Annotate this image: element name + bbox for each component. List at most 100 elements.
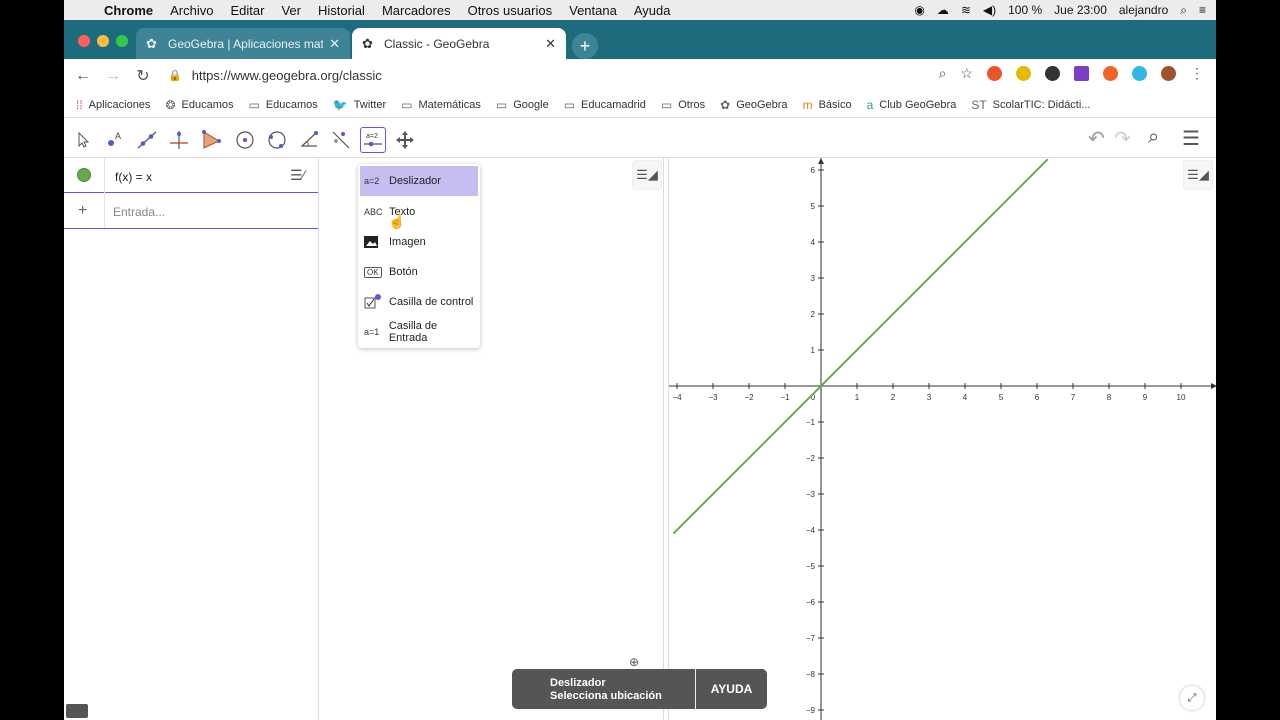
angle-tool-icon[interactable] — [296, 127, 322, 153]
menu-ver[interactable]: Ver — [281, 3, 301, 18]
visibility-toggle[interactable] — [77, 168, 91, 182]
battery-percent[interactable]: 100 % — [1008, 3, 1042, 17]
close-window-button[interactable] — [78, 35, 90, 47]
educamos-icon: ❂ — [165, 97, 176, 112]
extension-icon[interactable] — [987, 66, 1002, 81]
graph-plot[interactable]: −4 −3 −2 −1 0 1 2 3 4 5 6 7 8 9 10654321−1−2−3−4−5−6−7… — [669, 158, 1216, 720]
undo-icon[interactable]: ↶ — [1088, 126, 1105, 151]
y-tick-label: −9 — [806, 706, 816, 715]
menu-item-checkbox[interactable]: Casilla de control — [360, 287, 478, 317]
svg-text:a=2: a=2 — [366, 133, 378, 140]
extension-icon[interactable] — [1132, 66, 1147, 81]
reflect-tool-icon[interactable] — [328, 127, 354, 153]
graphics-view-2[interactable]: −4 −3 −2 −1 0 1 2 3 4 5 6 7 8 9 10 6 5 4 3 2 1 −1 −2 −3 −4 −5 −6 −7… — [668, 158, 1216, 720]
toast-subtitle: Selecciona ubicación — [550, 690, 662, 702]
bookmark-item[interactable]: ST ScolarTIC: Didácti... — [971, 98, 1090, 112]
slider-tool-icon[interactable]: a=2 — [360, 127, 386, 153]
extension-icon[interactable] — [1016, 66, 1031, 81]
volume-icon[interactable]: ◀) — [983, 3, 996, 17]
move-graphics-tool-icon[interactable] — [392, 127, 418, 153]
close-icon[interactable]: ✕ — [329, 36, 340, 52]
graphics-style-bar-icon[interactable]: ☰◢ — [632, 160, 662, 190]
help-button[interactable]: AYUDA — [696, 669, 767, 709]
close-icon[interactable]: ✕ — [545, 36, 556, 52]
cloud-icon[interactable]: ☁ — [937, 3, 949, 17]
menu-app-name[interactable]: Chrome — [104, 3, 153, 18]
bookmark-item[interactable]: 🐦 Twitter — [333, 98, 386, 112]
menu-item-image[interactable]: Imagen — [360, 227, 478, 257]
bookmark-item[interactable]: ▭ Matemáticas — [401, 98, 481, 112]
main-menu-icon[interactable]: ☰ — [1182, 126, 1200, 151]
onenote-icon[interactable] — [1074, 66, 1089, 81]
tab-geogebra-apps[interactable]: ✿ GeoGebra | Aplicaciones mate ✕ — [136, 28, 350, 59]
user-name[interactable]: alejandro — [1119, 3, 1168, 17]
star-icon[interactable]: ☆ — [960, 65, 973, 82]
menu-otros-usuarios[interactable]: Otros usuarios — [468, 3, 553, 18]
menu-marcadores[interactable]: Marcadores — [382, 3, 451, 18]
menu-archivo[interactable]: Archivo — [170, 3, 213, 18]
bookmark-item[interactable]: ▭ Google — [496, 98, 549, 112]
bookmark-item[interactable]: a Club GeoGebra — [867, 98, 957, 112]
clock[interactable]: Jue 23:00 — [1054, 3, 1107, 17]
back-icon[interactable]: ← — [68, 67, 98, 85]
geogebra-toolbar: A a=2 ↶ ↷ ⌕ ☰ — [64, 119, 1216, 158]
add-icon[interactable]: + — [78, 202, 87, 220]
menu-item-label: Deslizador — [389, 175, 441, 187]
menu-ventana[interactable]: Ventana — [569, 3, 617, 18]
ellipse-tool-icon[interactable] — [264, 127, 290, 153]
x-tick-label: 6 — [1035, 393, 1040, 402]
perpendicular-tool-icon[interactable] — [166, 127, 192, 153]
point-tool-icon[interactable]: A — [102, 127, 128, 153]
search-icon[interactable]: ⌕ — [1148, 126, 1159, 149]
tab-classic-geogebra[interactable]: ✿ Classic - GeoGebra ✕ — [352, 28, 566, 59]
bookmark-item[interactable]: ✿ GeoGebra — [720, 98, 787, 112]
menu-historial[interactable]: Historial — [318, 3, 365, 18]
algebra-input[interactable]: Entrada... — [113, 205, 165, 219]
fullscreen-icon[interactable]: ⤢ — [1180, 686, 1204, 710]
zoom-window-button[interactable] — [116, 35, 128, 47]
redo-icon[interactable]: ↷ — [1114, 126, 1131, 151]
wifi-icon[interactable]: ≋ — [961, 3, 971, 17]
algebra-style-menu-icon[interactable]: ☰∕ — [290, 167, 305, 184]
new-tab-button[interactable]: + — [572, 33, 598, 59]
extension-icon[interactable] — [1103, 66, 1118, 81]
basico-icon: m — [802, 97, 813, 112]
menu-item-input-box[interactable]: a=1 Casilla de Entrada — [360, 317, 478, 347]
algebra-view: f(x) = x ☰∕ + Entrada... — [64, 158, 319, 720]
graphics-style-bar-icon[interactable]: ☰◢ — [1183, 160, 1213, 190]
spotlight-search-icon[interactable]: ⌕ — [1180, 3, 1187, 18]
bookmark-item[interactable]: ▭ Otros — [661, 98, 705, 112]
toast-message: Deslizador Selecciona ubicación — [512, 669, 696, 709]
chrome-menu-icon[interactable]: ⋮ — [1190, 65, 1204, 82]
minimize-window-button[interactable] — [97, 35, 109, 47]
keyboard-icon[interactable] — [66, 704, 88, 718]
menu-item-slider[interactable]: a=2 Deslizador — [360, 166, 478, 196]
extension-icon[interactable] — [1045, 66, 1060, 81]
line-tool-icon[interactable] — [134, 127, 160, 153]
profile-avatar[interactable] — [1161, 66, 1176, 81]
bookmark-item[interactable]: m Básico — [803, 98, 852, 112]
move-tool-icon[interactable] — [70, 127, 96, 153]
bookmark-item[interactable]: ▭ Educamos — [248, 98, 317, 112]
record-icon[interactable]: ◉ — [914, 3, 924, 17]
url-text: https://www.geogebra.org/classic — [191, 68, 382, 83]
club-icon: a — [866, 97, 874, 112]
url-field[interactable]: 🔒 https://www.geogebra.org/classic — [168, 68, 382, 83]
menu-item-text[interactable]: ABC Texto — [360, 197, 478, 227]
polygon-tool-icon[interactable] — [198, 127, 224, 153]
menu-item-button[interactable]: OK Botón — [360, 257, 478, 287]
algebra-expression[interactable]: f(x) = x — [115, 170, 152, 184]
zoom-icon[interactable]: ⌕ — [939, 65, 947, 82]
notification-center-icon[interactable]: ≡ — [1199, 3, 1206, 17]
menu-editar[interactable]: Editar — [230, 3, 264, 18]
algebra-row[interactable]: f(x) = x ☰∕ — [64, 158, 318, 193]
zoom-icon[interactable]: ⊕ — [629, 655, 639, 669]
algebra-input-row[interactable]: + Entrada... — [64, 194, 318, 229]
menu-ayuda[interactable]: Ayuda — [634, 3, 671, 18]
reload-icon[interactable]: ↻ — [128, 66, 158, 86]
circle-tool-icon[interactable] — [232, 127, 258, 153]
forward-icon[interactable]: → — [98, 67, 128, 85]
bookmark-item[interactable]: ▭ Educamadrid — [564, 98, 646, 112]
bookmark-item[interactable]: ⁞⁞ Aplicaciones — [76, 98, 150, 112]
bookmark-item[interactable]: ❂ Educamos — [165, 98, 233, 112]
